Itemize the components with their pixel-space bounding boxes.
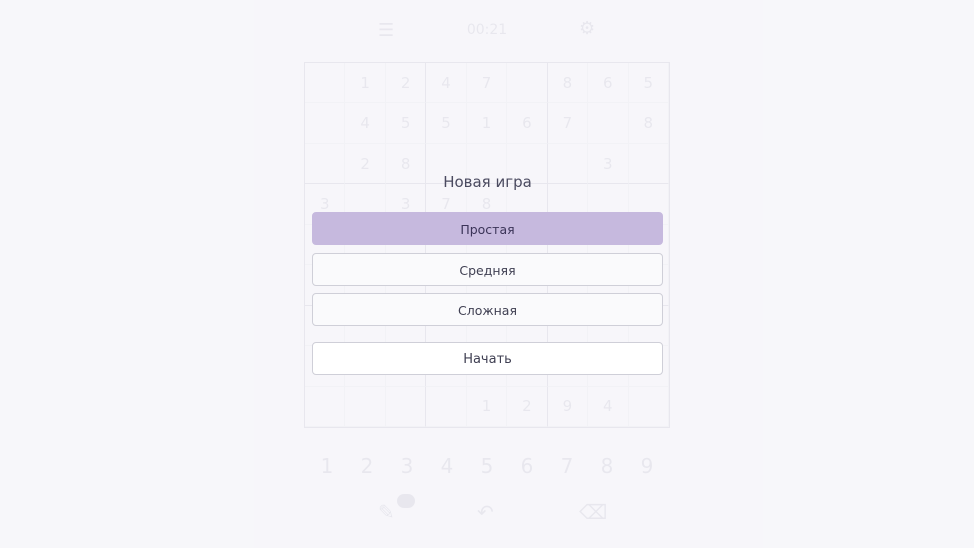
start-button[interactable]: Начать [312,342,663,375]
dialog-title: Новая игра [443,173,532,191]
new-game-dialog: Новая игра Простая Средняя Сложная Начат… [312,168,663,383]
difficulty-medium-button[interactable]: Средняя [312,252,663,286]
difficulty-easy-button[interactable]: Простая [312,212,663,245]
difficulty-hard-button[interactable]: Сложная [312,293,663,326]
